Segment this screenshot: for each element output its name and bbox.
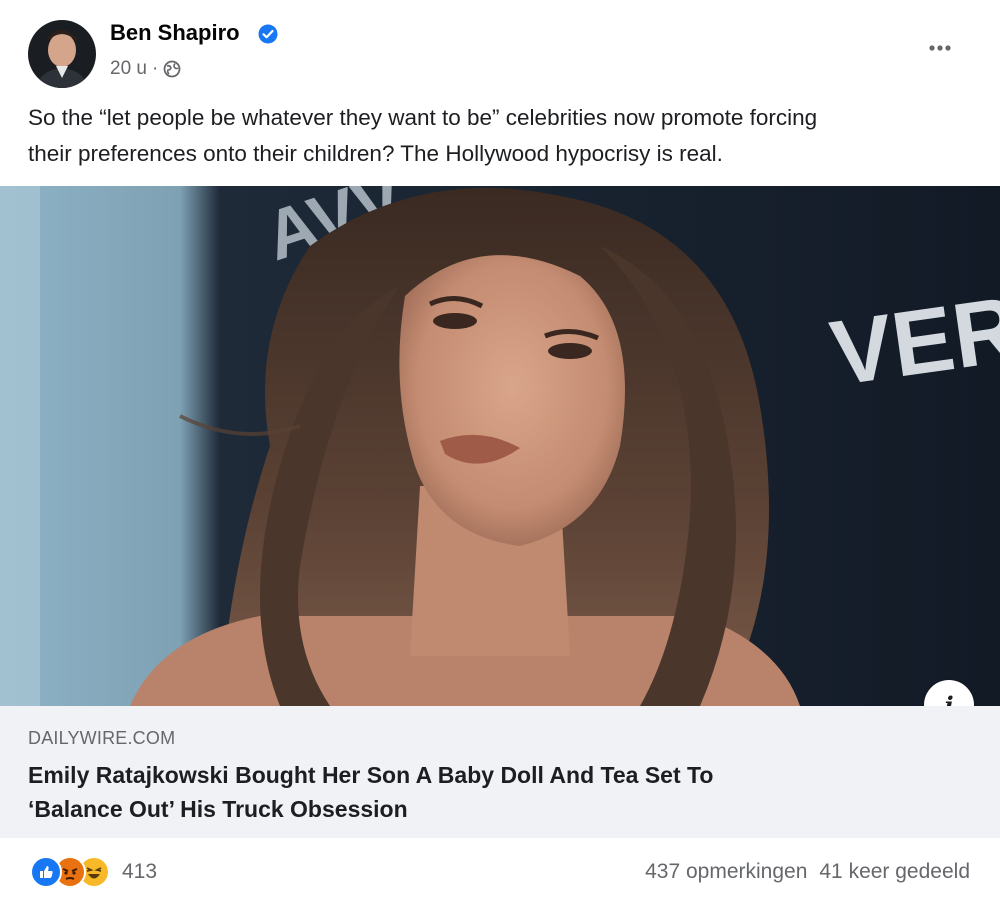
- more-options-icon[interactable]: [920, 34, 960, 62]
- link-title: Emily Ratajkowski Bought Her Son A Baby …: [28, 758, 928, 826]
- link-preview-card[interactable]: DAILYWIRE.COM Emily Ratajkowski Bought H…: [0, 706, 1000, 838]
- comments-count[interactable]: 437 opmerkingen: [645, 860, 807, 884]
- verified-badge-icon: [258, 24, 278, 44]
- like-icon: [30, 856, 62, 888]
- reaction-count: 413: [122, 860, 158, 883]
- engagement-bar: 413 437 opmerkingen 41 keer gedeeld: [0, 838, 1000, 898]
- post-timestamp[interactable]: 20 u: [110, 58, 147, 80]
- post-text-line-2: their preferences onto their children? T…: [28, 141, 723, 166]
- portrait-photo: AVV VER: [0, 186, 1000, 706]
- post-text: So the “let people be whatever they want…: [28, 100, 968, 172]
- facebook-post: Ben Shapiro 20 u · So the “let people be…: [0, 0, 1000, 898]
- post-text-line-1: So the “let people be whatever they want…: [28, 105, 818, 130]
- post-meta: 20 u ·: [110, 58, 181, 80]
- avatar-image: [28, 20, 96, 88]
- engagement-stats: 437 opmerkingen 41 keer gedeeld: [645, 860, 970, 884]
- author-avatar[interactable]: [28, 20, 96, 88]
- link-domain: DAILYWIRE.COM: [28, 728, 176, 748]
- reactions-summary[interactable]: 413: [30, 856, 157, 888]
- shares-count[interactable]: 41 keer gedeeld: [819, 860, 970, 884]
- link-title-line-2: ‘Balance Out’ His Truck Obsession: [28, 796, 408, 822]
- globe-icon: [163, 60, 181, 78]
- author-name[interactable]: Ben Shapiro: [110, 20, 240, 46]
- link-preview-image[interactable]: AVV VER: [0, 186, 1000, 706]
- meta-separator: ·: [151, 58, 159, 79]
- link-title-line-1: Emily Ratajkowski Bought Her Son A Baby …: [28, 762, 714, 788]
